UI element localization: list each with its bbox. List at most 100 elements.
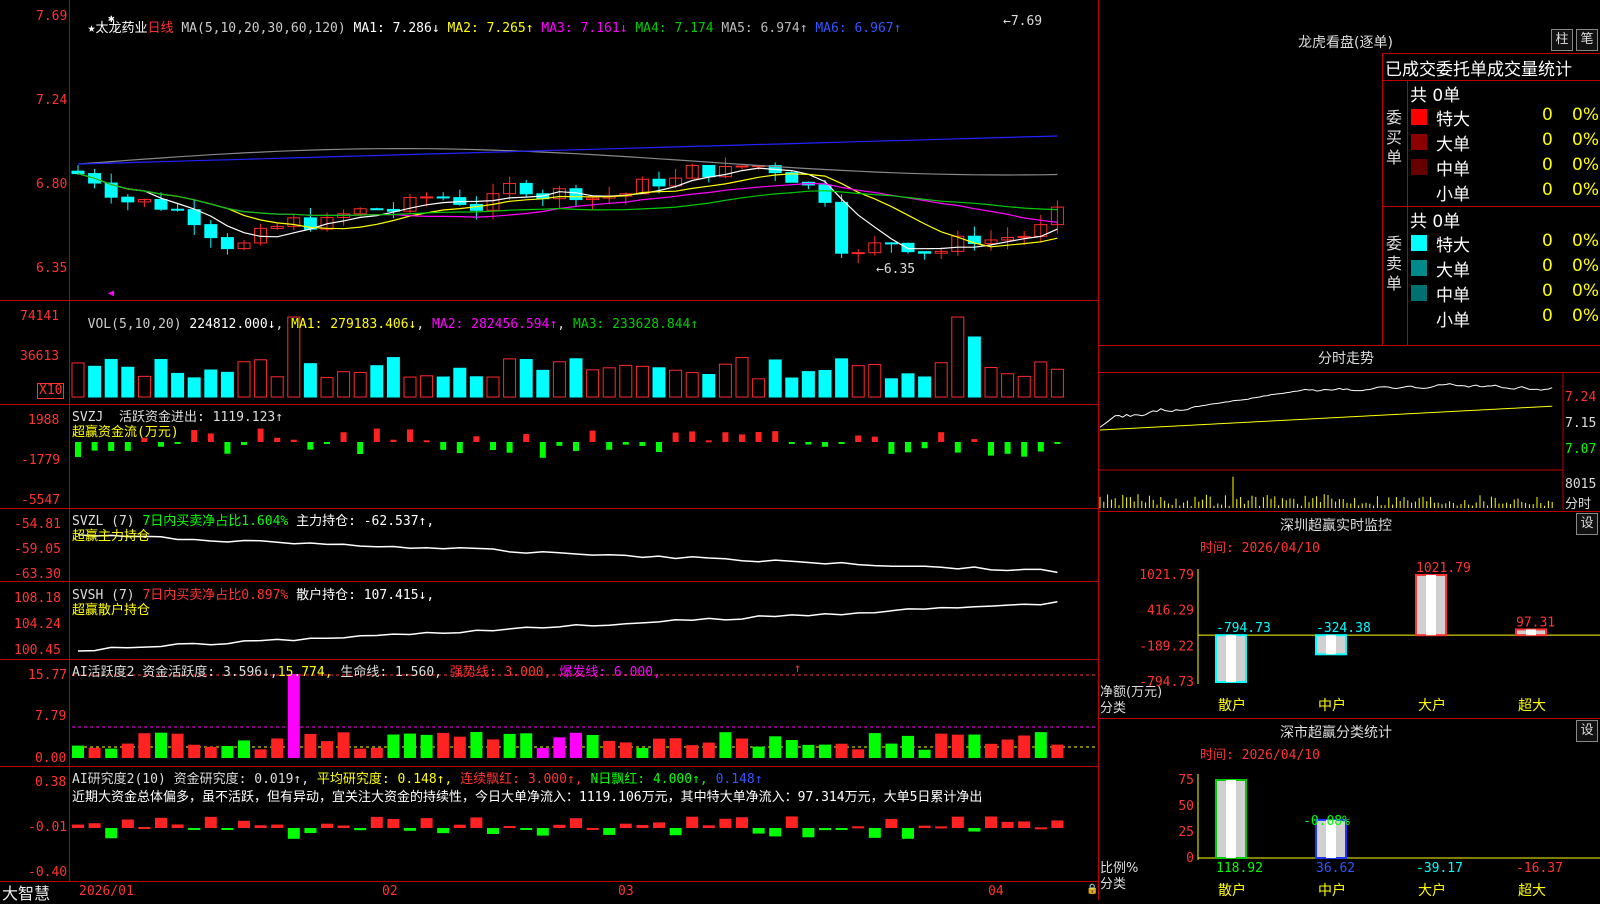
lock-icon[interactable]: 🔒	[1086, 884, 1098, 895]
fund-flow-bar	[589, 430, 596, 442]
y-tick: 108.18	[14, 591, 61, 606]
row-label: 中单	[1436, 286, 1470, 306]
y-tick: 0.00	[35, 751, 67, 766]
volume-bar	[1034, 361, 1048, 398]
activity-bar	[785, 740, 798, 758]
settings-button[interactable]: 设	[1576, 513, 1598, 535]
activity-bar	[669, 738, 682, 758]
row-pct: 0%	[1572, 180, 1599, 200]
ma1-value: MA1: 7.286↓	[353, 21, 440, 36]
research-bar	[868, 828, 881, 838]
activity-bar	[619, 742, 632, 758]
research-bar	[271, 824, 284, 828]
divider	[1382, 53, 1600, 54]
research-bar	[404, 828, 416, 831]
svzj-subtitle: 超赢资金流(万元)	[72, 425, 179, 440]
fund-flow-bar	[1021, 442, 1028, 457]
marker-icon: ◀	[108, 288, 115, 299]
activity-bar	[752, 746, 765, 758]
volume-bar	[851, 365, 865, 398]
research-bar	[968, 828, 981, 832]
fund-flow-bar	[954, 442, 961, 453]
volume-bar	[1001, 373, 1015, 398]
column-view-button[interactable]: 柱	[1551, 29, 1573, 51]
volume-bar	[669, 369, 683, 398]
research-bar	[985, 816, 997, 828]
volume-bar	[785, 377, 799, 398]
settings-button[interactable]: 设	[1576, 720, 1598, 742]
volume-bar	[768, 359, 782, 398]
period-label[interactable]: 日线	[148, 21, 174, 36]
fund-flow-bar	[257, 428, 264, 442]
activity-bar	[536, 748, 549, 758]
y-tick: 74141	[20, 309, 60, 324]
candle-body	[851, 252, 865, 255]
activity-bar	[935, 733, 948, 758]
fund-flow-bar	[307, 442, 314, 450]
volume-bar	[702, 374, 716, 398]
research-bar	[221, 828, 234, 830]
research-bar	[171, 824, 184, 828]
candle-body	[901, 242, 915, 253]
volume-bar	[536, 369, 550, 398]
row-label: 中单	[1436, 160, 1470, 180]
y-tick: -0.01	[28, 820, 68, 835]
y-tick: 7.69	[36, 9, 68, 24]
activity-bar	[868, 733, 881, 758]
fund-flow-bar	[191, 430, 198, 442]
svzl-line	[77, 534, 1058, 574]
row-label: 大单	[1436, 135, 1470, 155]
volume-bar	[453, 367, 467, 398]
y-tick: 1988	[28, 413, 60, 428]
volume-bar	[104, 358, 118, 398]
candle-body	[187, 209, 201, 226]
candle-body	[884, 242, 898, 245]
volume-bar	[752, 378, 766, 398]
fund-flow-bar	[1037, 442, 1044, 452]
research-bar	[337, 825, 350, 828]
y-tick: 104.24	[14, 617, 61, 632]
research-bar	[702, 825, 715, 828]
row-count: 0	[1542, 306, 1553, 326]
vol-unit: 分时	[1565, 497, 1592, 512]
legend-swatch	[1411, 260, 1427, 276]
activity-bar	[470, 732, 483, 758]
candle-body	[71, 170, 85, 175]
stock-name[interactable]: 太龙药业	[95, 21, 147, 36]
volume-bar	[337, 371, 351, 398]
moving-average-lines	[77, 135, 1058, 250]
research-bar	[669, 828, 682, 836]
ss-stats-title: 深市超赢分类统计	[1280, 725, 1392, 741]
activity-bar	[337, 732, 350, 758]
y-tick: 6.80	[36, 177, 68, 192]
research-bar	[852, 826, 865, 829]
volume-bar	[652, 367, 666, 398]
fund-flow-bar	[1004, 442, 1011, 454]
intraday-title: 分时走势	[1318, 351, 1374, 367]
volume-bar	[370, 365, 384, 398]
y-tick: 7.24	[1565, 390, 1597, 405]
research-bar	[503, 826, 516, 829]
ai-activity-bars	[72, 674, 1095, 758]
fund-flow-bar	[988, 442, 994, 456]
vol-unit-button[interactable]: X10	[37, 383, 65, 399]
research-bar	[1001, 821, 1014, 828]
activity-bar	[719, 732, 732, 758]
activity-bar	[453, 736, 466, 758]
fund-flow-bar	[75, 442, 81, 458]
research-bar	[885, 819, 898, 828]
stroke-view-button[interactable]: 笔	[1576, 29, 1598, 51]
activity-bar	[1001, 739, 1014, 758]
research-bar	[636, 824, 649, 828]
research-bar	[570, 818, 582, 828]
sell-orders-group: 委卖单 共 0单 特大 0 0% 大单 0 0% 中单 0 0% 小单 0 0%	[1382, 206, 1600, 332]
activity-bar	[88, 747, 101, 758]
activity-bar	[321, 741, 333, 758]
chart-canvas[interactable]	[0, 0, 1600, 900]
volume-bar	[254, 359, 268, 398]
research-bar	[105, 828, 118, 839]
y-tick: -5547	[21, 493, 61, 508]
research-bar	[238, 820, 250, 828]
fund-flow-bar	[938, 432, 945, 442]
svzj-fund-flow-bars	[75, 428, 1061, 458]
